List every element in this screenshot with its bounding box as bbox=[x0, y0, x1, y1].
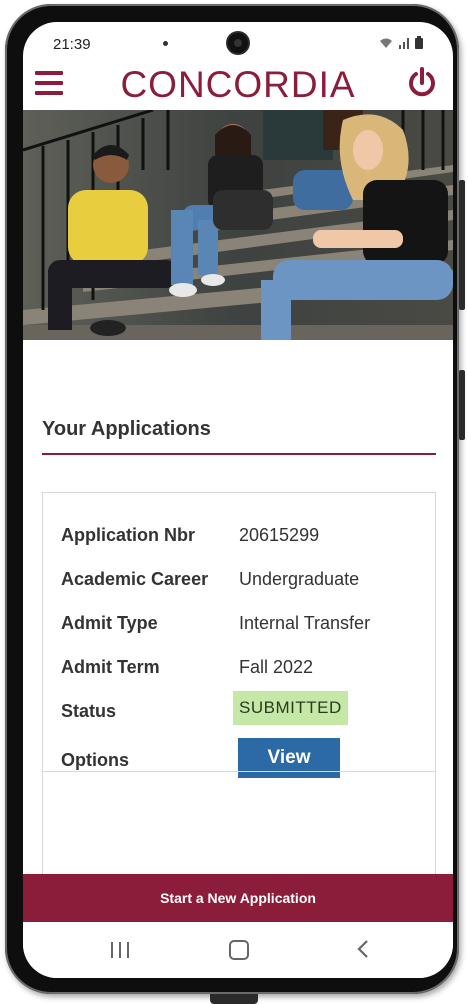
phone-frame: 21:39 CONCORDIA Your Applications Applic… bbox=[5, 4, 459, 994]
hero-image bbox=[23, 110, 453, 340]
row-value: Internal Transfer bbox=[239, 613, 371, 633]
recent-apps-icon[interactable] bbox=[111, 942, 129, 958]
status-bar: 21:39 bbox=[23, 22, 453, 62]
applications-title: Your Applications bbox=[42, 418, 211, 440]
app-header: CONCORDIA bbox=[23, 62, 453, 110]
row-value: Fall 2022 bbox=[239, 657, 314, 677]
row-label: Academic Career bbox=[61, 569, 209, 589]
status-badge: SUBMITTED bbox=[233, 691, 348, 725]
power-side-button bbox=[459, 370, 465, 440]
title-divider bbox=[42, 453, 436, 455]
row-label: Admit Type bbox=[61, 613, 158, 633]
row-value: 20615299 bbox=[239, 525, 320, 545]
status-time: 21:39 bbox=[53, 36, 91, 53]
status-icons bbox=[379, 36, 423, 49]
power-icon[interactable] bbox=[407, 67, 437, 99]
app-screen: 21:39 CONCORDIA Your Applications Applic… bbox=[23, 22, 453, 978]
signal-icon bbox=[399, 38, 409, 49]
home-icon[interactable] bbox=[229, 940, 249, 960]
back-icon[interactable] bbox=[353, 938, 373, 960]
system-navigation-bar bbox=[23, 922, 453, 978]
battery-icon bbox=[415, 36, 423, 49]
status-label: Status bbox=[61, 701, 117, 721]
front-camera-icon bbox=[228, 33, 248, 53]
volume-button bbox=[459, 180, 465, 310]
hamburger-menu-icon[interactable] bbox=[35, 71, 63, 95]
phone-bottom-edge bbox=[210, 994, 258, 1004]
card-divider bbox=[43, 771, 435, 772]
concordia-logo: CONCORDIA bbox=[120, 64, 356, 105]
view-button[interactable]: View bbox=[238, 738, 340, 778]
wifi-icon bbox=[380, 38, 392, 48]
notification-dot-icon bbox=[163, 41, 168, 46]
options-label: Options bbox=[61, 750, 129, 770]
row-label: Admit Term bbox=[61, 657, 160, 677]
row-value: Undergraduate bbox=[239, 569, 360, 589]
row-label: Application Nbr bbox=[61, 525, 195, 545]
start-new-application-button[interactable]: Start a New Application bbox=[23, 874, 453, 922]
